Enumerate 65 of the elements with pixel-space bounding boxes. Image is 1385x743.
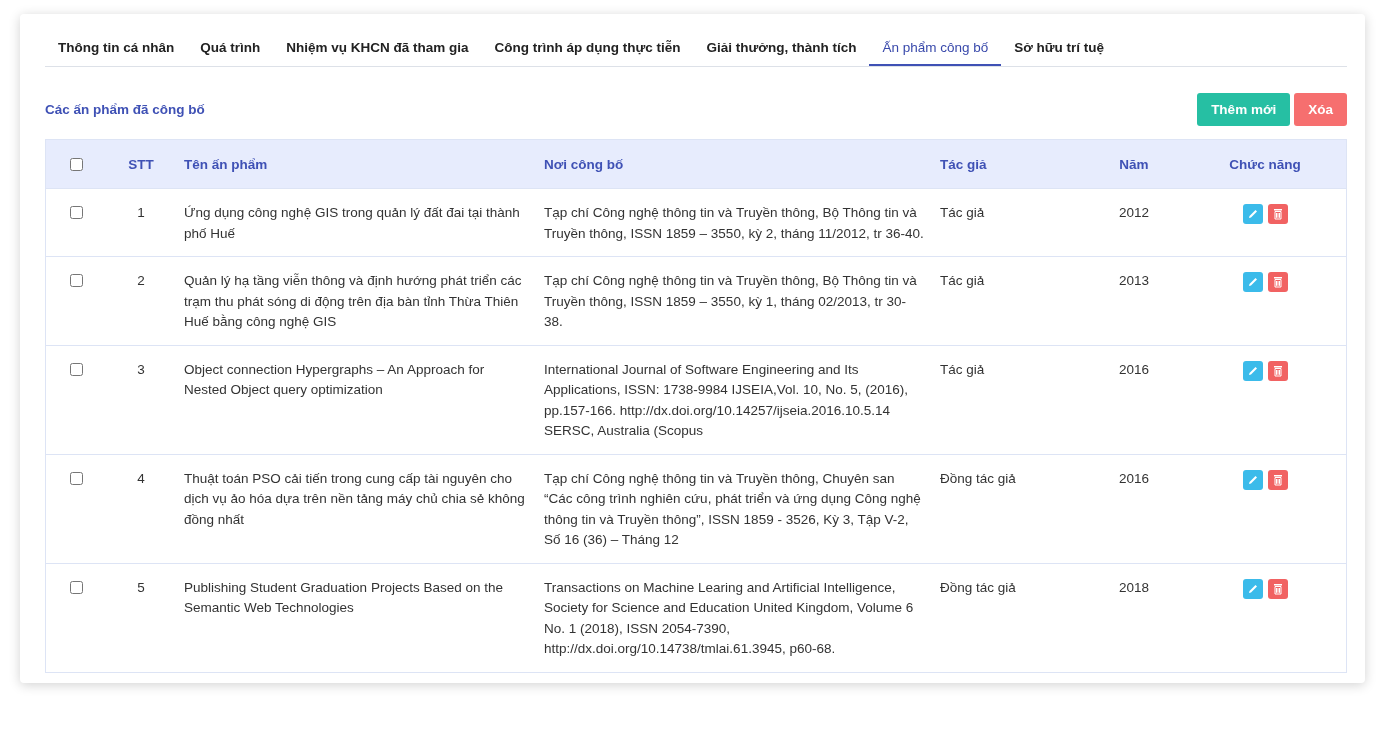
tab[interactable]: Nhiệm vụ KHCN đã tham gia [273, 36, 482, 66]
table-cell: Tạp chí Công nghệ thông tin và Truyền thông, Chuyên san “Các công trình nghiên cứu, phát triển và ứng dụng Công nghệ thông tin và Truyền thông”, ISSN 1859 - 3526, Kỳ 3, Tập V-2, Số 16 (36) – Tháng 12 [544, 470, 921, 547]
edit-button[interactable] [1242, 272, 1263, 292]
column-header: Năm [1119, 156, 1149, 172]
edit-button[interactable] [1242, 469, 1263, 490]
table-cell: Transactions on Machine Learing and Artificial Intelligence, Society for Science and Education United Kingdom, Volume 6 No. 1 (2018), ISSN 2054-7390, http://dx.doi.org/10.14738/tmlai.61.3945, p60-68. [544, 579, 914, 656]
delete-row-button[interactable] [1267, 204, 1288, 224]
table-cell: Quản lý hạ tầng viễn thông và định hướng phát triển các trạm thu phát sóng di động trên địa bàn tỉnh Thừa Thiên Huế bằng công nghệ GIS [184, 273, 522, 329]
table-cell: 2016 [1118, 361, 1149, 377]
trash-icon [1272, 473, 1283, 486]
edit-button[interactable] [1242, 360, 1263, 381]
tab[interactable]: Giải thưởng, thành tích [693, 36, 870, 66]
row-checkbox[interactable] [69, 580, 83, 594]
table-cell: Tạp chí Công nghệ thông tin và Truyền thông, Bộ Thông tin và Truyền thông, ISSN 1859 – 3550, kỳ 1, tháng 02/2013, tr 30-38. [544, 273, 917, 329]
section-title: Các ấn phẩm đã công bố [45, 102, 205, 117]
row-checkbox[interactable] [69, 471, 83, 485]
tab[interactable]: Thông tin cá nhân [45, 36, 188, 66]
table-cell: International Journal of Software Engineering and Its Applications, ISSN: 1738-9984 IJSEIA,Vol. 10, No. 5, (2016), pp.157-166. http://dx.doi.org/10.14257/ijseia.2016.10.5.14 SERSC, Australia (Scopus [544, 361, 908, 438]
column-header: STT [128, 156, 154, 172]
delete-row-button[interactable] [1267, 469, 1288, 490]
delete-row-button[interactable] [1267, 360, 1288, 381]
tab[interactable]: Quá trình [187, 36, 274, 66]
table-cell: 4 [137, 470, 145, 486]
pencil-icon [1246, 364, 1259, 377]
table-cell: 1 [137, 205, 145, 220]
tab[interactable]: Sở hữu trí tuệ [1001, 36, 1118, 66]
edit-button[interactable] [1242, 204, 1263, 224]
table-cell: Tác giả [940, 205, 985, 220]
delete-row-button[interactable] [1267, 272, 1288, 292]
edit-button[interactable] [1242, 578, 1263, 599]
table-cell: 2 [137, 273, 145, 288]
table-cell: 2013 [1118, 273, 1149, 288]
trash-icon [1272, 276, 1283, 288]
pencil-icon [1246, 276, 1259, 288]
table-cell: 2018 [1118, 579, 1149, 595]
column-header: Tác giả [940, 156, 987, 172]
tab[interactable]: Công trình áp dụng thực tiễn [481, 36, 694, 66]
trash-icon [1272, 582, 1283, 595]
column-header: Chức năng [1229, 156, 1301, 172]
table-cell: 2012 [1118, 205, 1149, 220]
delete-row-button[interactable] [1267, 578, 1288, 599]
table-cell: Đồng tác giả [940, 470, 1016, 486]
table-cell: 2016 [1118, 470, 1149, 486]
pencil-icon [1246, 582, 1259, 595]
row-checkbox[interactable] [69, 274, 83, 287]
column-header: Nơi công bố [544, 156, 624, 172]
table-cell: Đồng tác giả [940, 579, 1016, 595]
table-cell: Object connection Hypergraphs – An Approach for Nested Object query optimization [184, 361, 485, 397]
table-cell: 5 [137, 579, 145, 595]
table-cell: Tạp chí Công nghệ thông tin và Truyền thông, Bộ Thông tin và Truyền thông, ISSN 1859 – 3550, kỳ 2, tháng 11/2012, tr 36-40. [544, 205, 924, 241]
table-cell: Tác giả [940, 361, 985, 377]
table-cell: Ứng dụng công nghệ GIS trong quản lý đất đai tại thành phố Huế [184, 205, 520, 241]
pencil-icon [1246, 473, 1259, 486]
table-cell: Tác giả [940, 273, 985, 288]
select-all-checkbox[interactable] [70, 157, 83, 171]
table-cell: 3 [137, 361, 145, 377]
table-cell: Thuật toán PSO cải tiến trong cung cấp tài nguyên cho dịch vụ ảo hóa dựa trên nền tảng máy chủ chia sẻ không đồng nhất [184, 470, 525, 527]
row-checkbox[interactable] [69, 206, 83, 219]
row-checkbox[interactable] [69, 362, 83, 376]
table-cell: Publishing Student Graduation Projects Based on the Semantic Web Technologies [184, 579, 503, 615]
pencil-icon [1246, 208, 1259, 220]
column-header: Tên ấn phẩm [184, 156, 268, 172]
trash-icon [1272, 208, 1283, 220]
tab[interactable]: Ấn phẩm công bố [869, 36, 1002, 66]
trash-icon [1272, 364, 1283, 377]
